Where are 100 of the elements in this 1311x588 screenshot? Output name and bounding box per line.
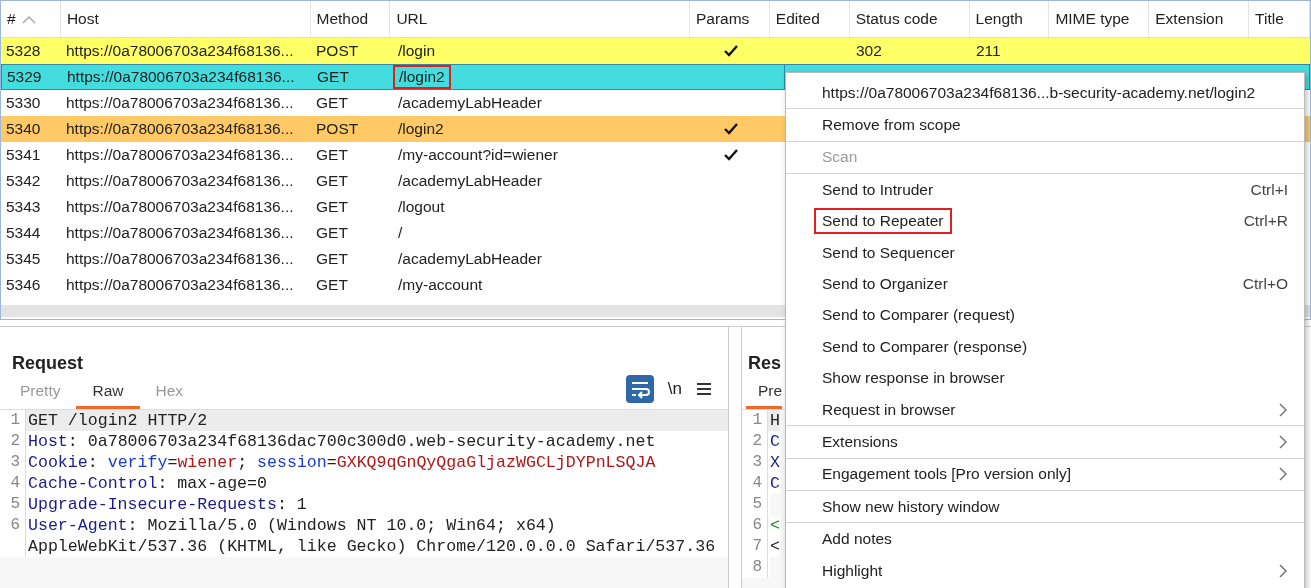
- table-cell-text: /academyLabHeader: [397, 171, 543, 191]
- shortcut-label: Ctrl+R: [1243, 212, 1288, 231]
- line-number: 4: [742, 473, 768, 494]
- line-number: 7: [742, 536, 768, 557]
- table-cell-text: https://0a78006703a234f68136...: [65, 93, 295, 113]
- table-cell-text: 5344: [5, 223, 42, 243]
- table-cell-text: GET: [315, 223, 349, 243]
- table-row[interactable]: 5345 https://0a78006703a234f68136... GET /academyLabHeader: [1, 246, 785, 272]
- menu-item[interactable]: Send to Intruder Ctrl+I: [786, 174, 1304, 206]
- table-cell-text: /login: [397, 41, 437, 61]
- table-cell-text: 5328: [5, 41, 42, 61]
- line-number: 6: [742, 515, 768, 536]
- menu-label: Send to Comparer (response): [821, 336, 1029, 357]
- line-number: 3: [742, 452, 768, 473]
- table-cell-text: GET: [315, 145, 349, 165]
- shortcut-label: Ctrl+O: [1242, 275, 1288, 294]
- table-cell-text: /login2: [397, 119, 445, 139]
- menu-item[interactable]: Engagement tools [Pro version only]: [786, 458, 1304, 491]
- table-cell-text: https://0a78006703a234f68136...: [65, 171, 295, 191]
- menu-item[interactable]: https://0a78006703a234f68136...b-security-academy.net/login2: [786, 77, 1304, 109]
- table-cell-text: GET: [315, 93, 349, 113]
- line-number: 5: [742, 494, 768, 515]
- code-editor[interactable]: 1 H 2 C 3 X 4 C 5 6 < 7 < 8: [742, 410, 786, 588]
- menu-label: Send to Organizer: [821, 274, 949, 295]
- table-cell-text: /my-account?id=wiener: [397, 145, 559, 165]
- table-cell-text: 302: [855, 41, 883, 61]
- menu-item[interactable]: Send to Comparer (response): [786, 331, 1304, 363]
- table-cell-text: https://0a78006703a234f68136...: [65, 275, 295, 295]
- table-cell-text: 5345: [5, 249, 42, 269]
- table-cell-text: /: [397, 223, 404, 243]
- table-cell-text: https://0a78006703a234f68136...: [65, 249, 295, 269]
- table-cell-text: https://0a78006703a234f68136...: [66, 67, 296, 87]
- table-row[interactable]: 5328 https://0a78006703a234f68136... POST /login 302 211: [1, 38, 1310, 64]
- menu-item[interactable]: Remove from scope: [786, 109, 1304, 141]
- table-cell-text: 211: [975, 41, 1002, 61]
- table-cell-text: https://0a78006703a234f68136...: [65, 119, 295, 139]
- menu-label: Request in browser: [821, 399, 957, 420]
- menu-item[interactable]: Add notes: [786, 523, 1304, 555]
- table-cell-text: /academyLabHeader: [397, 249, 543, 269]
- menu-item[interactable]: Request in browser: [786, 393, 1304, 426]
- word-wrap-icon[interactable]: [625, 375, 654, 403]
- table-cell-text: POST: [315, 119, 360, 139]
- table-cell-text: 5342: [5, 171, 42, 191]
- menu-label: Send to Sequencer: [821, 242, 956, 263]
- menu-label: Show response in browser: [821, 368, 1006, 389]
- menu-item[interactable]: Extensions: [786, 426, 1304, 458]
- menu-label: Highlight: [821, 560, 884, 581]
- menu-label: Extensions: [821, 432, 899, 452]
- table-cell-text: https://0a78006703a234f68136...: [65, 197, 295, 217]
- table-row[interactable]: 5342 https://0a78006703a234f68136... GET /academyLabHeader: [1, 168, 785, 194]
- table-cell-text: 5343: [5, 197, 42, 217]
- pane-title: Res: [748, 353, 782, 375]
- line-number: 3: [0, 452, 26, 473]
- table-row[interactable]: 5330 https://0a78006703a234f68136... GET /academyLabHeader: [1, 90, 785, 116]
- line-number: 4: [0, 473, 26, 494]
- menu-item[interactable]: Send to Comparer (request): [786, 299, 1304, 332]
- line-number: 2: [0, 431, 26, 452]
- menu-label: Send to Repeater: [814, 208, 952, 235]
- menu-label: https://0a78006703a234f68136...b-security-academy.net/login2: [821, 82, 1257, 103]
- pane-title: Request: [12, 353, 83, 375]
- table-cell-text: /logout: [397, 197, 446, 217]
- line-number: 1: [742, 410, 768, 431]
- table-row[interactable]: 5340 https://0a78006703a234f68136... POST /login2: [1, 116, 785, 142]
- table-cell-text: GET: [315, 197, 349, 217]
- menu-icon[interactable]: [696, 382, 712, 396]
- menu-item[interactable]: Highlight: [786, 554, 1304, 587]
- table-cell-text: https://0a78006703a234f68136...: [65, 145, 295, 165]
- menu-item[interactable]: Show new history window: [786, 491, 1304, 523]
- menu-label: Add notes: [821, 529, 893, 550]
- table-row[interactable]: 5341 https://0a78006703a234f68136... GET /my-account?id=wiener: [1, 142, 785, 168]
- table-cell-text: 5330: [5, 93, 42, 113]
- menu-label: Send to Comparer (request): [821, 305, 1016, 326]
- table-row[interactable]: 5344 https://0a78006703a234f68136... GET /: [1, 220, 785, 246]
- code-editor[interactable]: [0, 410, 728, 588]
- menu-item[interactable]: Send to Organizer Ctrl+O: [786, 268, 1304, 300]
- line-number: 8: [742, 557, 768, 578]
- table-cell-text: GET: [316, 67, 350, 87]
- menu-label: Remove from scope: [821, 115, 962, 136]
- table-cell-text: 5329: [6, 67, 43, 87]
- table-cell-text: /academyLabHeader: [397, 93, 543, 113]
- menu-item[interactable]: Send to Repeater Ctrl+R: [786, 205, 1304, 237]
- table-cell-text: /my-account: [397, 275, 484, 295]
- table-row[interactable]: 5346 https://0a78006703a234f68136... GET /my-account: [1, 272, 785, 298]
- line-number: 1: [0, 410, 26, 431]
- table-row[interactable]: 5329 https://0a78006703a234f68136... GET /login2: [1, 64, 785, 90]
- menu-label: Send to Intruder: [821, 179, 935, 200]
- table-cell-text: 5340: [5, 119, 42, 139]
- line-number: 2: [742, 431, 768, 452]
- table-cell-text: POST: [315, 41, 360, 61]
- table-cell: /login2: [393, 65, 451, 89]
- menu-label: Show new history window: [821, 496, 1001, 517]
- menu-item[interactable]: Show response in browser: [786, 362, 1304, 394]
- menu-label: Engagement tools [Pro version only]: [821, 464, 1072, 485]
- table-cell-text: 5346: [5, 275, 42, 295]
- table-cell-text: https://0a78006703a234f68136...: [65, 223, 295, 243]
- newline-toggle[interactable]: \n: [667, 379, 682, 399]
- table-cell-text: 5341: [5, 145, 42, 165]
- menu-item[interactable]: Send to Sequencer: [786, 236, 1304, 269]
- menu-label: Scan: [821, 147, 859, 168]
- table-row[interactable]: 5343 https://0a78006703a234f68136... GET /logout: [1, 194, 785, 220]
